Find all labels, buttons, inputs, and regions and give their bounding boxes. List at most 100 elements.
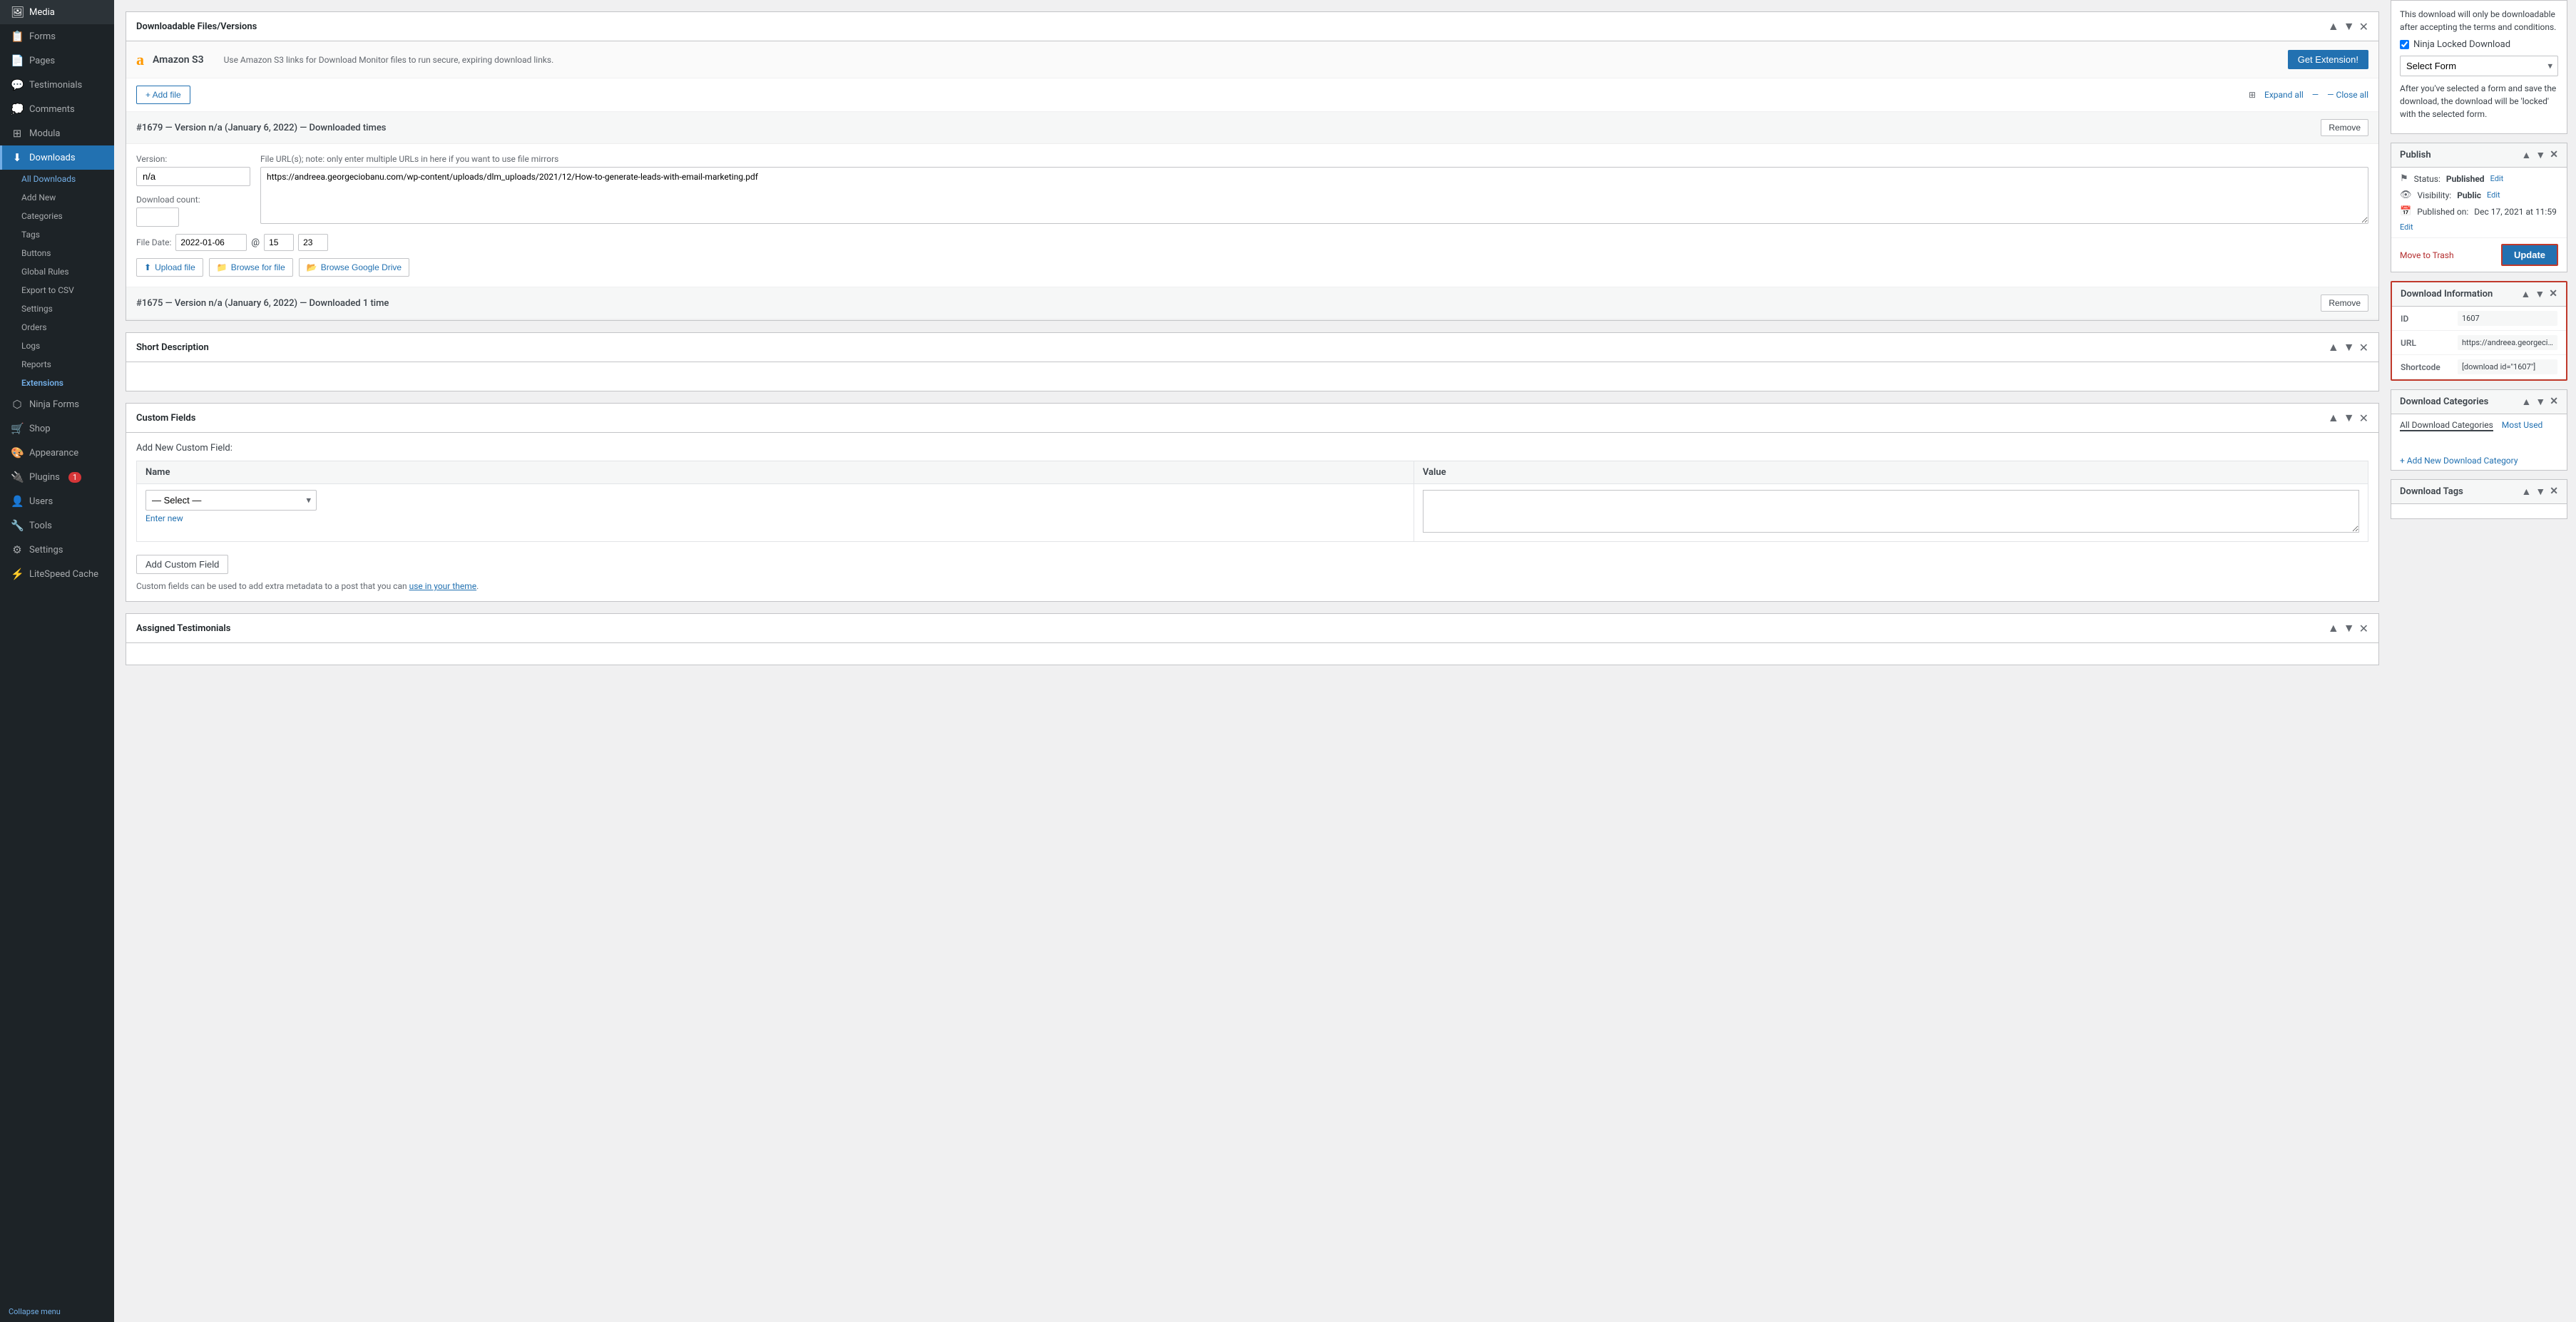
custom-fields-header: Custom Fields ▲ ▼ ✕: [126, 404, 2378, 433]
select-form-dropdown[interactable]: Select Form: [2400, 56, 2558, 76]
publish-title: Publish: [2400, 150, 2431, 160]
sidebar-subitem-add-new[interactable]: Add New: [0, 188, 114, 207]
cf-close-icon[interactable]: ✕: [2359, 411, 2368, 425]
sidebar-item-testimonials[interactable]: 💬 Testimonials: [0, 73, 114, 97]
version-field-group: Version:: [136, 154, 250, 186]
at-close-icon[interactable]: ✕: [2359, 622, 2368, 635]
visibility-edit-link[interactable]: Edit: [2487, 190, 2500, 200]
move-to-trash-link[interactable]: Move to Trash: [2400, 250, 2454, 260]
cat-up-icon[interactable]: ▲: [2522, 396, 2532, 408]
publish-down-icon[interactable]: ▼: [2535, 149, 2545, 161]
cat-controls: ▲ ▼ ✕: [2522, 396, 2558, 408]
cat-down-icon[interactable]: ▼: [2535, 396, 2545, 408]
custom-fields-table: Name Value — Select —: [136, 461, 2368, 542]
sidebar-subitem-global-rules[interactable]: Global Rules: [0, 262, 114, 281]
dl-info-close-icon[interactable]: ✕: [2549, 288, 2557, 300]
file-time-m-input[interactable]: [298, 234, 328, 251]
short-desc-down-icon[interactable]: ▼: [2344, 340, 2355, 354]
amazon-logo: a: [136, 51, 144, 69]
gdrive-icon: 📂: [307, 262, 317, 272]
at-up-icon[interactable]: ▲: [2328, 621, 2339, 635]
plugins-icon: 🔌: [11, 471, 24, 483]
short-desc-close-icon[interactable]: ✕: [2359, 341, 2368, 354]
assigned-testimonials-header: Assigned Testimonials ▲ ▼ ✕: [126, 614, 2378, 643]
sidebar-subitem-extensions[interactable]: Extensions: [0, 374, 114, 392]
cat-tabs: All Download Categories Most Used: [2391, 414, 2567, 437]
sidebar-subitem-reports[interactable]: Reports: [0, 355, 114, 374]
tags-close-icon[interactable]: ✕: [2550, 486, 2558, 498]
url-textarea[interactable]: https://andreea.georgeciobanu.com/wp-con…: [260, 167, 2368, 224]
remove-version-1-button[interactable]: Remove: [2321, 119, 2368, 136]
update-button[interactable]: Update: [2501, 244, 2558, 266]
sidebar-item-pages[interactable]: 📄 Pages: [0, 48, 114, 73]
status-edit-link[interactable]: Edit: [2490, 174, 2504, 183]
download-count-input[interactable]: [136, 207, 179, 227]
sidebar-subitem-buttons[interactable]: Buttons: [0, 244, 114, 262]
sidebar-item-comments[interactable]: 💭 Comments: [0, 97, 114, 121]
value-textarea[interactable]: [1423, 490, 2359, 533]
ninja-locked-checkbox[interactable]: [2400, 40, 2409, 49]
name-select[interactable]: — Select —: [145, 490, 317, 511]
download-information-panel: Download Information ▲ ▼ ✕ ID 1607 URL h…: [2391, 281, 2567, 381]
sidebar-item-litespeed[interactable]: ⚡ LiteSpeed Cache: [0, 562, 114, 586]
sidebar-item-shop[interactable]: 🛒 Shop: [0, 416, 114, 441]
dl-info-up-icon[interactable]: ▲: [2521, 288, 2531, 300]
at-down-icon[interactable]: ▼: [2344, 621, 2355, 635]
dl-info-down-icon[interactable]: ▼: [2535, 288, 2545, 300]
enter-new-link[interactable]: Enter new: [145, 513, 1405, 523]
version-input[interactable]: [136, 167, 250, 186]
file-date-input[interactable]: [175, 234, 247, 251]
upload-file-button[interactable]: ⬆ Upload file: [136, 258, 203, 277]
sidebar-subitem-logs[interactable]: Logs: [0, 337, 114, 355]
sidebar-subitem-all-downloads[interactable]: All Downloads: [0, 170, 114, 188]
sidebar-item-forms[interactable]: 📋 Forms: [0, 24, 114, 48]
ninja-forms-body: This download will only be downloadable …: [2391, 1, 2567, 133]
collapse-up-icon[interactable]: ▲: [2328, 19, 2339, 34]
add-file-button[interactable]: + Add file: [136, 86, 190, 104]
get-extension-button[interactable]: Get Extension!: [2288, 50, 2368, 69]
sidebar-item-modula[interactable]: ⊞ Modula: [0, 121, 114, 145]
sidebar-item-plugins[interactable]: 🔌 Plugins 1: [0, 465, 114, 489]
publish-panel: Publish ▲ ▼ ✕ ⚑ Status: Published Edit 👁…: [2391, 143, 2567, 272]
short-desc-up-icon[interactable]: ▲: [2328, 340, 2339, 354]
browse-gdrive-button[interactable]: 📂 Browse Google Drive: [299, 258, 409, 277]
remove-version-2-button[interactable]: Remove: [2321, 294, 2368, 312]
sidebar-item-users[interactable]: 👤 Users: [0, 489, 114, 513]
use-in-theme-link[interactable]: use in your theme: [409, 581, 477, 591]
sidebar-subitem-settings[interactable]: Settings: [0, 299, 114, 318]
sidebar-subitem-orders[interactable]: Orders: [0, 318, 114, 337]
sidebar-subitem-categories[interactable]: Categories: [0, 207, 114, 225]
version-fields-left: Version: Download count:: [136, 154, 250, 227]
tags-up-icon[interactable]: ▲: [2522, 486, 2532, 498]
download-categories-title: Download Categories: [2400, 396, 2488, 407]
most-used-tab[interactable]: Most Used: [2502, 420, 2543, 431]
sidebar-item-ninja-forms[interactable]: ⬡ Ninja Forms: [0, 392, 114, 416]
file-time-h-input[interactable]: [264, 234, 294, 251]
sidebar-item-media[interactable]: 🖼 Media: [0, 0, 114, 24]
publish-up-icon[interactable]: ▲: [2522, 149, 2532, 161]
add-custom-field-button[interactable]: Add Custom Field: [136, 555, 228, 574]
tags-down-icon[interactable]: ▼: [2535, 486, 2545, 498]
close-panel-icon[interactable]: ✕: [2359, 20, 2368, 34]
name-col-header: Name: [137, 461, 1414, 484]
collapse-menu[interactable]: Collapse menu: [0, 1301, 114, 1322]
add-new-category-link[interactable]: + Add New Download Category: [2391, 451, 2567, 470]
close-all-link[interactable]: — Close all: [2327, 90, 2368, 100]
expand-all-link[interactable]: Expand all: [2264, 90, 2304, 100]
publish-header: Publish ▲ ▼ ✕: [2391, 143, 2567, 168]
custom-fields-controls: ▲ ▼ ✕: [2328, 411, 2368, 425]
sidebar-subitem-tags[interactable]: Tags: [0, 225, 114, 244]
cf-up-icon[interactable]: ▲: [2328, 411, 2339, 425]
collapse-down-icon[interactable]: ▼: [2344, 19, 2355, 34]
sidebar-item-settings-main[interactable]: ⚙ Settings: [0, 538, 114, 562]
sidebar-item-downloads[interactable]: ⬇ Downloads: [0, 145, 114, 170]
browse-file-button[interactable]: 📁 Browse for file: [209, 258, 293, 277]
publish-close-icon[interactable]: ✕: [2550, 149, 2558, 161]
sidebar-subitem-export-csv[interactable]: Export to CSV: [0, 281, 114, 299]
cf-down-icon[interactable]: ▼: [2344, 411, 2355, 425]
sidebar-item-appearance[interactable]: 🎨 Appearance: [0, 441, 114, 465]
published-edit-link[interactable]: Edit: [2400, 222, 2413, 232]
sidebar-item-tools[interactable]: 🔧 Tools: [0, 513, 114, 538]
cat-close-icon[interactable]: ✕: [2550, 396, 2558, 408]
all-categories-tab[interactable]: All Download Categories: [2400, 420, 2493, 431]
